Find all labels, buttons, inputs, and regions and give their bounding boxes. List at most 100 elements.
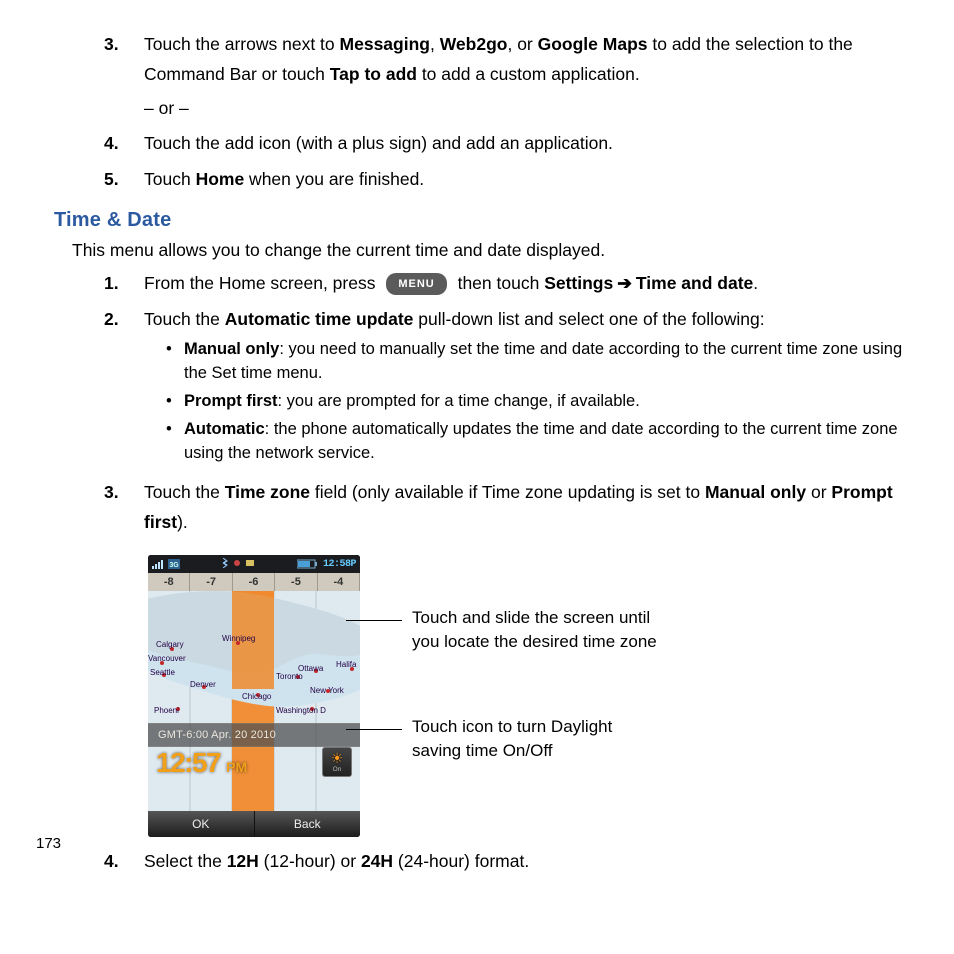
sun-icon: ☀ — [331, 751, 344, 765]
lead-paragraph: This menu allows you to change the curre… — [72, 240, 922, 261]
text: . — [753, 273, 758, 293]
bold-google-maps: Google Maps — [538, 34, 648, 54]
svg-text:Washington D: Washington D — [276, 706, 326, 715]
or-line: – or – — [144, 94, 908, 124]
svg-text:Denver: Denver — [190, 680, 216, 689]
step-number: 4. — [104, 847, 144, 877]
step-text: Touch the arrows next to Messaging, Web2… — [144, 30, 908, 123]
text: when you are finished. — [244, 169, 424, 189]
gmt-offset-strip: GMT-6:00 Apr. 20 2010 — [148, 723, 360, 747]
text: ). — [177, 512, 188, 532]
tz-mark: -8 — [148, 573, 190, 591]
tz-mark: -5 — [275, 573, 317, 591]
callout-text: Touch and slide the screen until — [412, 608, 650, 627]
menu-button-icon: MENU — [386, 273, 446, 296]
bold-auto-time-update: Automatic time update — [225, 309, 414, 329]
callout-slide-screen: Touch and slide the screen until you loc… — [412, 606, 657, 654]
timezone-scale[interactable]: -8 -7 -6 -5 -4 — [148, 573, 360, 591]
callout-dst-icon: Touch icon to turn Daylight saving time … — [412, 715, 657, 763]
softkey-bar: OK Back — [148, 811, 360, 837]
step-text: From the Home screen, press MENU then to… — [144, 269, 908, 299]
bullet-automatic: • Automatic: the phone automatically upd… — [166, 418, 908, 466]
step-number: 3. — [104, 478, 144, 508]
text: (24-hour) format. — [393, 851, 529, 871]
section-heading-time-date: Time & Date — [54, 209, 922, 232]
text: pull-down list and select one of the fol… — [413, 309, 764, 329]
battery-icon — [297, 559, 319, 569]
text: then touch — [453, 273, 544, 293]
bold-home: Home — [196, 169, 245, 189]
svg-text:Seattle: Seattle — [150, 668, 175, 677]
step-number: 4. — [104, 129, 144, 159]
text: (12-hour) or — [259, 851, 361, 871]
text: : you need to manually set the time and … — [184, 340, 902, 382]
text: Select the — [144, 851, 227, 871]
dst-toggle-button[interactable]: ☀ On — [322, 747, 352, 777]
bold-time-zone: Time zone — [225, 482, 310, 502]
figure-phone-timezone: 3G 12:58P -8 -7 -6 — [148, 555, 922, 837]
step-4-hour-format: 4. Select the 12H (12-hour) or 24H (24-h… — [104, 847, 908, 877]
text: Touch — [144, 169, 196, 189]
phone-screenshot[interactable]: 3G 12:58P -8 -7 -6 — [148, 555, 360, 837]
instruction-list-time-date: 1. From the Home screen, press MENU then… — [104, 269, 908, 538]
step-2-auto-time-update: 2. Touch the Automatic time update pull-… — [104, 305, 908, 472]
tz-mark: -6 — [233, 573, 275, 591]
text: Touch the — [144, 309, 225, 329]
arrow-icon: ➔ — [617, 269, 632, 299]
step-text: Touch Home when you are finished. — [144, 165, 908, 195]
bold-messaging: Messaging — [340, 34, 430, 54]
bold-12h: 12H — [227, 851, 259, 871]
step-number: 2. — [104, 305, 144, 335]
dst-on-label: On — [333, 766, 342, 773]
time-ampm: PM — [226, 759, 247, 775]
bold-web2go: Web2go — [440, 34, 508, 54]
step-text: Touch the add icon (with a plus sign) an… — [144, 129, 908, 159]
phone-status-bar: 3G 12:58P — [148, 555, 360, 573]
leader-line-icon — [346, 729, 402, 730]
bold-24h: 24H — [361, 851, 393, 871]
text: : the phone automatically updates the ti… — [184, 420, 898, 462]
bold-manual-only: Manual only — [184, 340, 279, 358]
bullet-dot-icon: • — [166, 390, 184, 414]
bullet-dot-icon: • — [166, 338, 184, 362]
svg-text:Chicago: Chicago — [242, 692, 272, 701]
step-3-commandbar: 3. Touch the arrows next to Messaging, W… — [104, 30, 908, 123]
statusbar-time: 12:58P — [323, 559, 356, 570]
bold-settings: Settings — [544, 273, 613, 293]
text: , — [430, 34, 440, 54]
step-4-add-icon: 4. Touch the add icon (with a plus sign)… — [104, 129, 908, 159]
time-value: 12:57 — [156, 747, 220, 779]
text: Touch the arrows next to — [144, 34, 340, 54]
back-softkey[interactable]: Back — [255, 811, 361, 837]
bold-prompt-first: Prompt first — [184, 392, 278, 410]
svg-text:Vancouver: Vancouver — [148, 654, 186, 663]
step-number: 5. — [104, 165, 144, 195]
leader-line-icon — [346, 620, 402, 621]
callout-column: Touch and slide the screen until you loc… — [412, 584, 657, 809]
page-number: 173 — [36, 835, 61, 852]
bold-automatic: Automatic — [184, 420, 265, 438]
step-number: 1. — [104, 269, 144, 299]
svg-text:Toronto: Toronto — [276, 672, 303, 681]
network-3g-icon: 3G — [168, 559, 180, 569]
message-icon — [245, 555, 255, 573]
tz-mark: -4 — [318, 573, 360, 591]
svg-text:Halifa: Halifa — [336, 660, 357, 669]
step-text: Touch the Automatic time update pull-dow… — [144, 305, 908, 472]
signal-icon — [152, 559, 164, 569]
ok-softkey[interactable]: OK — [148, 811, 255, 837]
text: : you are prompted for a time change, if… — [278, 392, 640, 410]
svg-text:Ottawa: Ottawa — [298, 664, 324, 673]
bullet-list: • Manual only: you need to manually set … — [166, 338, 908, 466]
text: Touch the — [144, 482, 225, 502]
bluetooth-icon — [221, 555, 229, 573]
instruction-list-top: 3. Touch the arrows next to Messaging, W… — [104, 30, 908, 195]
svg-text:Calgary: Calgary — [156, 640, 184, 649]
text: field (only available if Time zone updat… — [310, 482, 705, 502]
callout-text: saving time On/Off — [412, 741, 552, 760]
bold-tap-to-add: Tap to add — [330, 64, 417, 84]
bold-manual-only-2: Manual only — [705, 482, 806, 502]
text: or — [806, 482, 831, 502]
step-5-home: 5. Touch Home when you are finished. — [104, 165, 908, 195]
step-1-settings: 1. From the Home screen, press MENU then… — [104, 269, 908, 299]
